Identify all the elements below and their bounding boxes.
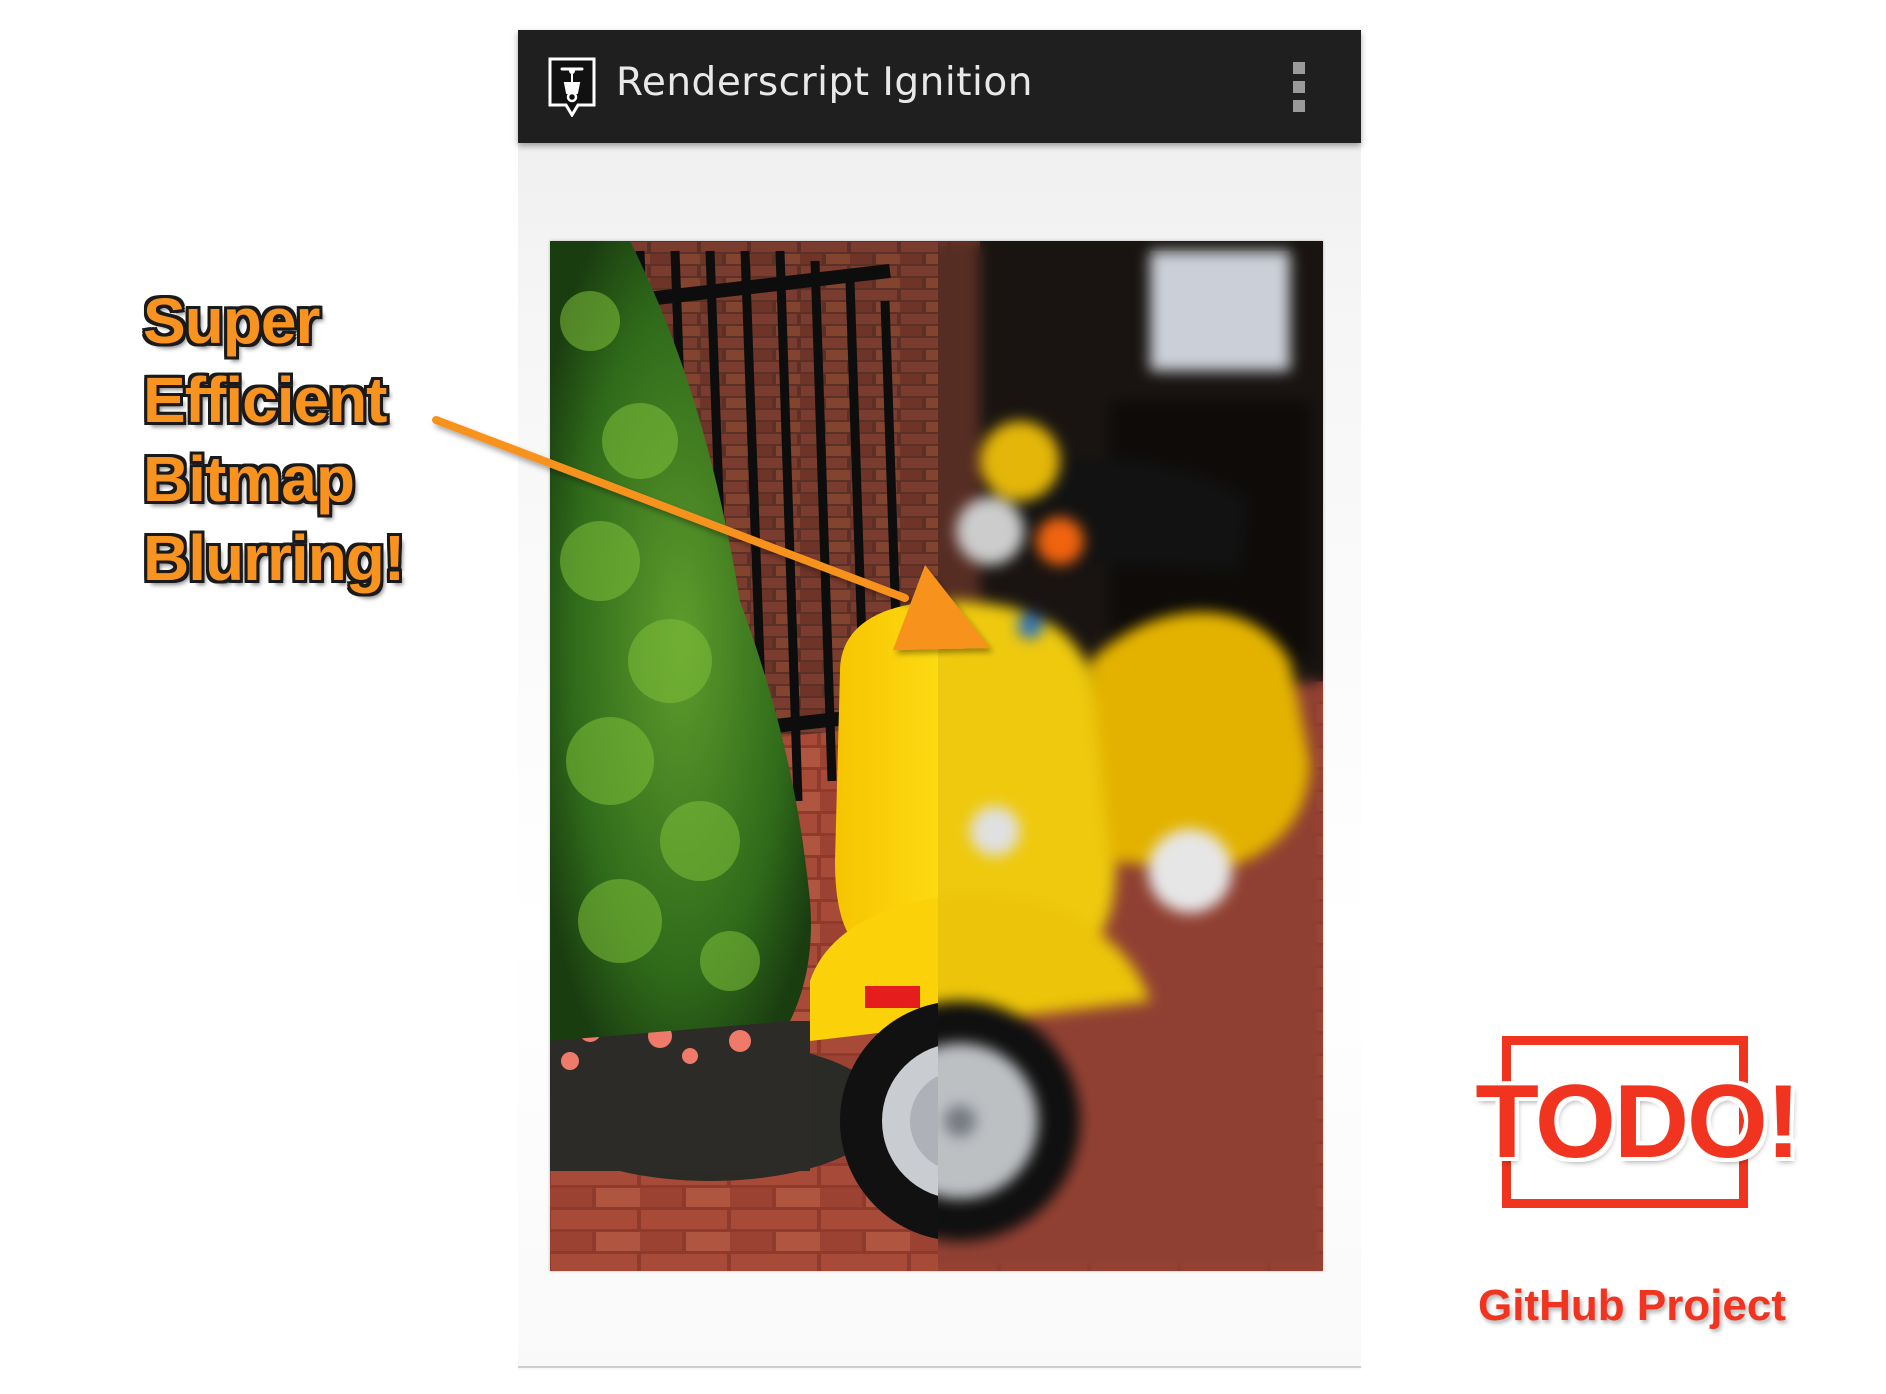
callout-line: Efficient: [143, 364, 387, 436]
callout-line: Bitmap: [143, 443, 355, 515]
todo-label: TODO!: [1475, 1064, 1800, 1180]
github-project-link[interactable]: GitHub Project: [1452, 1278, 1812, 1334]
blurred-half: [938, 241, 1323, 1271]
phone-screen: Renderscript Ignition: [518, 30, 1361, 1370]
bottom-divider: [518, 1366, 1361, 1368]
callout-line: Blurring!: [143, 522, 405, 594]
callout-line: Super: [143, 285, 320, 357]
blurring-callout: Super Efficient Bitmap Blurring!: [143, 282, 405, 598]
app-title: Renderscript Ignition: [616, 60, 1033, 105]
overflow-menu-icon[interactable]: [1285, 62, 1313, 114]
scooter-photo: 5: [550, 241, 1323, 1271]
scooter-app-icon: [548, 57, 596, 117]
blur-shade: [938, 241, 1323, 1271]
action-bar: Renderscript Ignition: [518, 30, 1361, 143]
